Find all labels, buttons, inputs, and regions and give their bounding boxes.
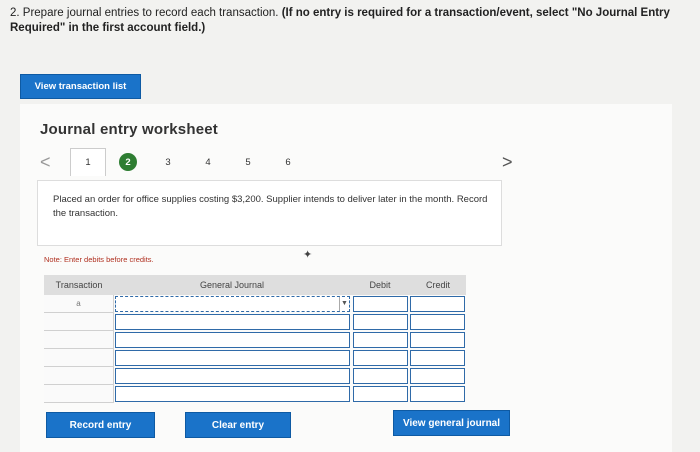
step-tab-5[interactable]: 5	[230, 148, 266, 176]
step-tab-3[interactable]: 3	[150, 148, 186, 176]
step-tab-6[interactable]: 6	[270, 148, 306, 176]
debit-credit-note: Note: Enter debits before credits.	[44, 255, 154, 264]
table-row	[44, 313, 466, 331]
mouse-cursor-icon: ✦	[303, 249, 313, 261]
table-row	[44, 349, 466, 367]
account-select[interactable]	[115, 368, 350, 384]
worksheet-title: Journal entry worksheet	[40, 121, 218, 138]
next-step-icon[interactable]: >	[502, 152, 513, 173]
debit-input[interactable]	[353, 368, 408, 384]
debit-input[interactable]	[353, 296, 408, 312]
table-row: a ▼	[44, 295, 466, 313]
column-header-debit: Debit	[350, 275, 410, 295]
clear-entry-button[interactable]: Clear entry	[185, 412, 291, 438]
credit-input[interactable]	[410, 296, 465, 312]
step-tab-4[interactable]: 4	[190, 148, 226, 176]
column-header-transaction: Transaction	[44, 275, 114, 295]
credit-input[interactable]	[410, 314, 465, 330]
account-select[interactable]	[115, 332, 350, 348]
active-step-badge: 2	[119, 153, 137, 171]
transaction-description: Placed an order for office supplies cost…	[37, 180, 502, 246]
step-tab-1[interactable]: 1	[70, 148, 106, 176]
previous-step-icon[interactable]: <	[40, 152, 51, 173]
step-tab-2[interactable]: 2	[110, 148, 146, 176]
table-row	[44, 385, 466, 403]
credit-input[interactable]	[410, 386, 465, 402]
record-entry-button[interactable]: Record entry	[46, 412, 155, 438]
question-prompt: 2. Prepare journal entries to record eac…	[10, 7, 279, 19]
table-row	[44, 367, 466, 385]
debit-input[interactable]	[353, 386, 408, 402]
transaction-cell	[44, 331, 114, 349]
credit-input[interactable]	[410, 350, 465, 366]
credit-input[interactable]	[410, 332, 465, 348]
transaction-cell	[44, 313, 114, 331]
column-header-credit: Credit	[410, 275, 466, 295]
table-row	[44, 331, 466, 349]
question-text: 2. Prepare journal entries to record eac…	[10, 6, 695, 36]
transaction-cell: a	[44, 295, 114, 313]
account-select[interactable]	[115, 386, 350, 402]
transaction-cell	[44, 349, 114, 367]
journal-entry-worksheet: Journal entry worksheet < 1 2 3 4 5 6 > …	[20, 104, 672, 452]
worksheet-step-nav: < 1 2 3 4 5 6 >	[34, 148, 664, 176]
dropdown-arrow-icon[interactable]: ▼	[339, 297, 349, 311]
account-select[interactable]: ▼	[115, 296, 350, 312]
debit-input[interactable]	[353, 332, 408, 348]
debit-input[interactable]	[353, 350, 408, 366]
account-select[interactable]	[115, 350, 350, 366]
view-general-journal-button[interactable]: View general journal	[393, 410, 510, 436]
credit-input[interactable]	[410, 368, 465, 384]
account-select[interactable]	[115, 314, 350, 330]
transaction-cell	[44, 385, 114, 403]
column-header-general-journal: General Journal	[114, 275, 350, 295]
transaction-cell	[44, 367, 114, 385]
debit-input[interactable]	[353, 314, 408, 330]
view-transaction-list-button[interactable]: View transaction list	[20, 74, 141, 99]
